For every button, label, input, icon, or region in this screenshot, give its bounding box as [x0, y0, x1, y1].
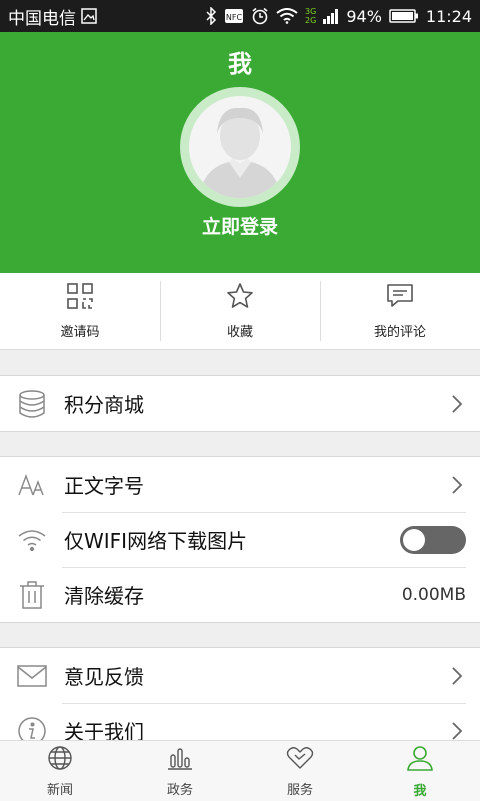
- battery-percent: 94%: [346, 6, 382, 26]
- comment-icon: [386, 282, 414, 321]
- invite-code-label: 邀请码: [60, 325, 100, 340]
- invite-code-button[interactable]: 邀请码: [0, 273, 160, 349]
- my-comments-button[interactable]: 我的评论: [320, 273, 480, 349]
- tab-me-label: 我: [413, 783, 427, 799]
- chevron-right-icon: [442, 666, 472, 686]
- mail-icon: [0, 664, 64, 687]
- chevron-right-icon: [442, 475, 472, 495]
- profile-header: 我 立即登录: [0, 32, 480, 273]
- favorites-button[interactable]: 收藏: [160, 273, 320, 349]
- status-bar: 中国电信 NFC 3G 2G 94% 11:24: [0, 0, 480, 32]
- alarm-icon: [251, 7, 269, 25]
- signal-icon: [323, 8, 339, 24]
- svg-text:NFC: NFC: [226, 13, 243, 22]
- chevron-right-icon: [442, 394, 472, 414]
- quick-actions: 邀请码 收藏 我的评论: [0, 273, 480, 350]
- bottom-tab-bar: 新闻 政务 服务 我: [0, 740, 480, 801]
- menu-item-feedback[interactable]: 意见反馈: [0, 648, 480, 703]
- menu-item-points-mall[interactable]: 积分商城: [0, 376, 480, 431]
- menu-item-wifi-images: 仅WIFI网络下载图片: [0, 512, 480, 567]
- points-mall-label: 积分商城: [64, 393, 144, 417]
- wifi-icon: [0, 528, 64, 552]
- favorites-label: 收藏: [226, 325, 253, 340]
- section-mall: 积分商城: [0, 375, 480, 432]
- bluetooth-icon: [205, 7, 217, 25]
- cache-size-value: 0.00MB: [401, 584, 466, 605]
- menu-item-font-size[interactable]: 正文字号: [0, 457, 480, 512]
- battery-icon: [389, 8, 419, 24]
- page-title: 我: [228, 50, 252, 78]
- database-icon: [0, 389, 64, 419]
- star-icon: [226, 282, 254, 321]
- chevron-right-icon: [442, 721, 472, 741]
- section-settings: 正文字号 仅WIFI网络下载图片 清除缓存 0.00MB: [0, 456, 480, 623]
- person-icon: [406, 744, 434, 780]
- image-icon: [81, 8, 97, 24]
- trash-icon: [0, 580, 64, 610]
- tab-me[interactable]: 我: [360, 741, 480, 801]
- nfc-icon: NFC: [224, 8, 244, 24]
- font-size-icon: [0, 473, 64, 497]
- font-size-label: 正文字号: [64, 474, 144, 498]
- avatar[interactable]: [180, 87, 300, 207]
- wifi-images-toggle[interactable]: [400, 525, 466, 554]
- tab-government-label: 政务: [166, 782, 193, 798]
- clear-cache-label: 清除缓存: [64, 584, 144, 608]
- tab-government[interactable]: 政务: [120, 741, 240, 801]
- handshake-icon: [286, 745, 314, 779]
- feedback-label: 意见反馈: [64, 665, 144, 689]
- qr-code-icon: [66, 282, 94, 321]
- clock: 11:24: [425, 6, 472, 26]
- default-avatar-icon: [199, 107, 281, 198]
- toggle-knob: [403, 528, 425, 551]
- menu-item-clear-cache[interactable]: 清除缓存 0.00MB: [0, 567, 480, 622]
- tab-services-label: 服务: [286, 782, 313, 798]
- globe-icon: [47, 745, 73, 779]
- carrier-label: 中国电信: [8, 8, 76, 29]
- tab-news[interactable]: 新闻: [0, 741, 120, 801]
- my-comments-label: 我的评论: [373, 325, 426, 340]
- tab-services[interactable]: 服务: [240, 741, 360, 801]
- wifi-icon: [276, 8, 298, 24]
- tab-news-label: 新闻: [46, 782, 73, 798]
- bar-chart-icon: [167, 745, 193, 779]
- network-type: 3G 2G: [305, 7, 317, 25]
- login-button[interactable]: 立即登录: [0, 212, 480, 239]
- wifi-images-label: 仅WIFI网络下载图片: [64, 529, 248, 553]
